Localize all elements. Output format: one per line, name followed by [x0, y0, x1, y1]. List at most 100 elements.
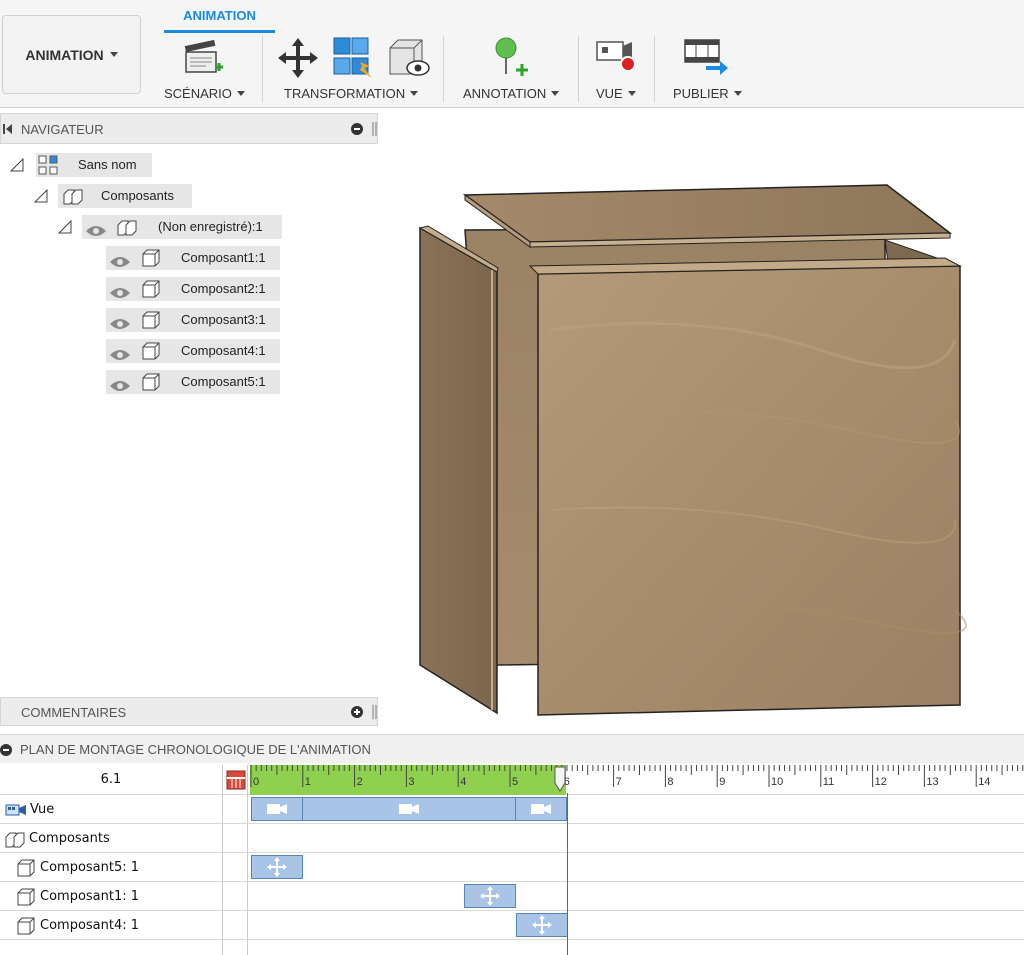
new-storyboard-icon[interactable] — [184, 38, 226, 80]
tree-component-item[interactable]: Composant5:1 — [106, 370, 280, 394]
eye-visibility-icon[interactable] — [109, 283, 131, 307]
ruler-tick-label: 4 — [460, 776, 466, 788]
scenario-menu[interactable]: SCÉNARIO — [164, 86, 245, 101]
view-visibility-icon[interactable] — [386, 36, 432, 80]
browser-title: NAVIGATEUR — [21, 122, 104, 137]
workspace-switcher-button[interactable]: ANIMATION — [2, 15, 141, 94]
add-comment-icon[interactable] — [351, 706, 363, 721]
component-icon — [116, 217, 138, 245]
toolbar-separator — [443, 36, 444, 102]
fusion-animation-workspace: ANIMATION ANIMATION SCÉNARIO TRANSFORMAT… — [0, 0, 1024, 955]
body-cube-icon — [140, 279, 162, 307]
storyboard-timeline: 6.1 0 1 2 3 4 5 6 7 8 9 10 11 12 13 14 Vue Comp — [0, 765, 1024, 955]
collapse-panel-icon[interactable] — [3, 123, 13, 138]
track-label-box: Composant1: 1 — [0, 882, 222, 911]
track-label: Composants — [29, 831, 110, 846]
current-time-readout[interactable]: 6.1 — [0, 765, 222, 795]
chevron-down-icon — [410, 91, 419, 96]
track-row-component[interactable]: Composant5: 1 — [0, 853, 1024, 882]
move-arrows-icon — [532, 915, 552, 935]
record-view-icon[interactable] — [594, 36, 640, 80]
chevron-down-icon — [733, 91, 742, 96]
component-label: Composant2:1 — [181, 281, 266, 296]
component-label-box: Composant2:1 — [106, 277, 280, 301]
ruler-tick-label: 11 — [823, 776, 834, 788]
publish-video-icon[interactable] — [682, 36, 730, 78]
ruler-tick-label: 9 — [719, 776, 725, 788]
view-action-bar[interactable] — [302, 797, 516, 821]
transform-action-bar[interactable] — [516, 913, 568, 937]
tab-animation[interactable]: ANIMATION — [164, 8, 275, 33]
tree-component-item[interactable]: Composant2:1 — [106, 277, 280, 301]
transformation-menu[interactable]: TRANSFORMATION — [284, 86, 419, 101]
body-cube-icon — [140, 341, 162, 369]
storyboard-title: PLAN DE MONTAGE CHRONOLOGIQUE DE L'ANIMA… — [20, 742, 371, 757]
browser-panel-header[interactable]: NAVIGATEUR — [0, 113, 378, 144]
publier-menu[interactable]: PUBLIER — [673, 86, 742, 101]
track-label-box: Composant4: 1 — [0, 911, 222, 940]
annotation-menu[interactable]: ANNOTATION — [463, 86, 560, 101]
minimize-circle-icon[interactable] — [0, 744, 12, 759]
playhead-line[interactable] — [567, 793, 568, 955]
eye-visibility-icon[interactable] — [109, 345, 131, 369]
tree-component-item[interactable]: Composant4:1 — [106, 339, 280, 363]
ruler-tick-label: 13 — [926, 776, 938, 788]
track-label: Composant5: 1 — [40, 860, 140, 875]
annotation-label: ANNOTATION — [463, 86, 547, 101]
timeline-ruler-row: 6.1 0 1 2 3 4 5 6 7 8 9 10 11 12 13 14 — [0, 765, 1024, 795]
tree-component-item[interactable]: Composant1:1 — [106, 246, 280, 270]
eye-visibility-icon[interactable] — [85, 221, 107, 245]
component-label-box: Composant5:1 — [106, 370, 280, 394]
eye-visibility-icon[interactable] — [109, 252, 131, 276]
transform-action-bar[interactable] — [251, 855, 303, 879]
track-label: Composant4: 1 — [40, 918, 140, 933]
camera-icon — [267, 804, 287, 814]
expand-triangle-icon[interactable] — [57, 219, 72, 237]
chevron-down-icon — [551, 91, 560, 96]
callout-annotation-icon[interactable] — [488, 36, 532, 80]
view-action-bar[interactable] — [515, 797, 567, 821]
box-left-panel[interactable] — [418, 225, 499, 715]
ruler-tick-label: 12 — [875, 776, 887, 788]
track-label-box: Composant5: 1 — [0, 853, 222, 882]
tree-component-item[interactable]: Composant3:1 — [106, 308, 280, 332]
auto-explode-icon[interactable] — [330, 36, 376, 80]
component-label-box: Composant3:1 — [106, 308, 280, 332]
timeline-ruler[interactable]: 0 1 2 3 4 5 6 7 8 9 10 11 12 13 14 — [250, 765, 1024, 795]
tree-occurrence-node[interactable]: (Non enregistré):1 — [0, 215, 290, 239]
comments-title: COMMENTAIRES — [21, 705, 127, 720]
canvas-3d-viewport[interactable] — [400, 170, 980, 730]
delete-gift-icon[interactable] — [226, 770, 246, 795]
vue-menu[interactable]: VUE — [596, 86, 636, 101]
component-label: Composant4:1 — [181, 343, 266, 358]
minimize-circle-icon[interactable] — [351, 123, 363, 138]
occurrence-label: (Non enregistré):1 — [158, 219, 263, 234]
panel-grip-icon[interactable] — [371, 705, 377, 722]
ruler-tick-label: 5 — [512, 776, 518, 788]
transform-action-bar[interactable] — [464, 884, 516, 908]
chevron-down-icon — [109, 52, 118, 57]
chevron-down-icon — [236, 91, 245, 96]
camera-icon — [399, 804, 419, 814]
comments-panel-header[interactable]: COMMENTAIRES — [0, 697, 378, 726]
transform-components-icon[interactable] — [276, 36, 320, 80]
move-arrows-icon — [480, 886, 500, 906]
eye-visibility-icon[interactable] — [109, 314, 131, 338]
expand-triangle-icon[interactable] — [33, 188, 48, 206]
expand-triangle-icon[interactable] — [9, 157, 24, 175]
tree-components-folder[interactable]: Composants — [0, 184, 200, 208]
components-folder-icon — [62, 186, 84, 214]
components-label: Composants — [101, 188, 174, 203]
track-row-component[interactable]: Composant4: 1 — [0, 911, 1024, 940]
tree-root-node[interactable]: Sans nom — [0, 153, 160, 177]
vue-label: VUE — [596, 86, 623, 101]
eye-visibility-icon[interactable] — [109, 376, 131, 400]
panel-grip-icon[interactable] — [371, 122, 377, 139]
box-front-panel[interactable] — [528, 257, 967, 716]
track-row-composants[interactable]: Composants — [0, 824, 1024, 853]
box-top-lid[interactable] — [462, 184, 953, 248]
camera-view-icon — [5, 803, 27, 817]
storyboard-header[interactable]: PLAN DE MONTAGE CHRONOLOGIQUE DE L'ANIMA… — [0, 734, 1024, 763]
ruler-tick-label: 10 — [771, 776, 783, 788]
view-action-bar[interactable] — [251, 797, 303, 821]
